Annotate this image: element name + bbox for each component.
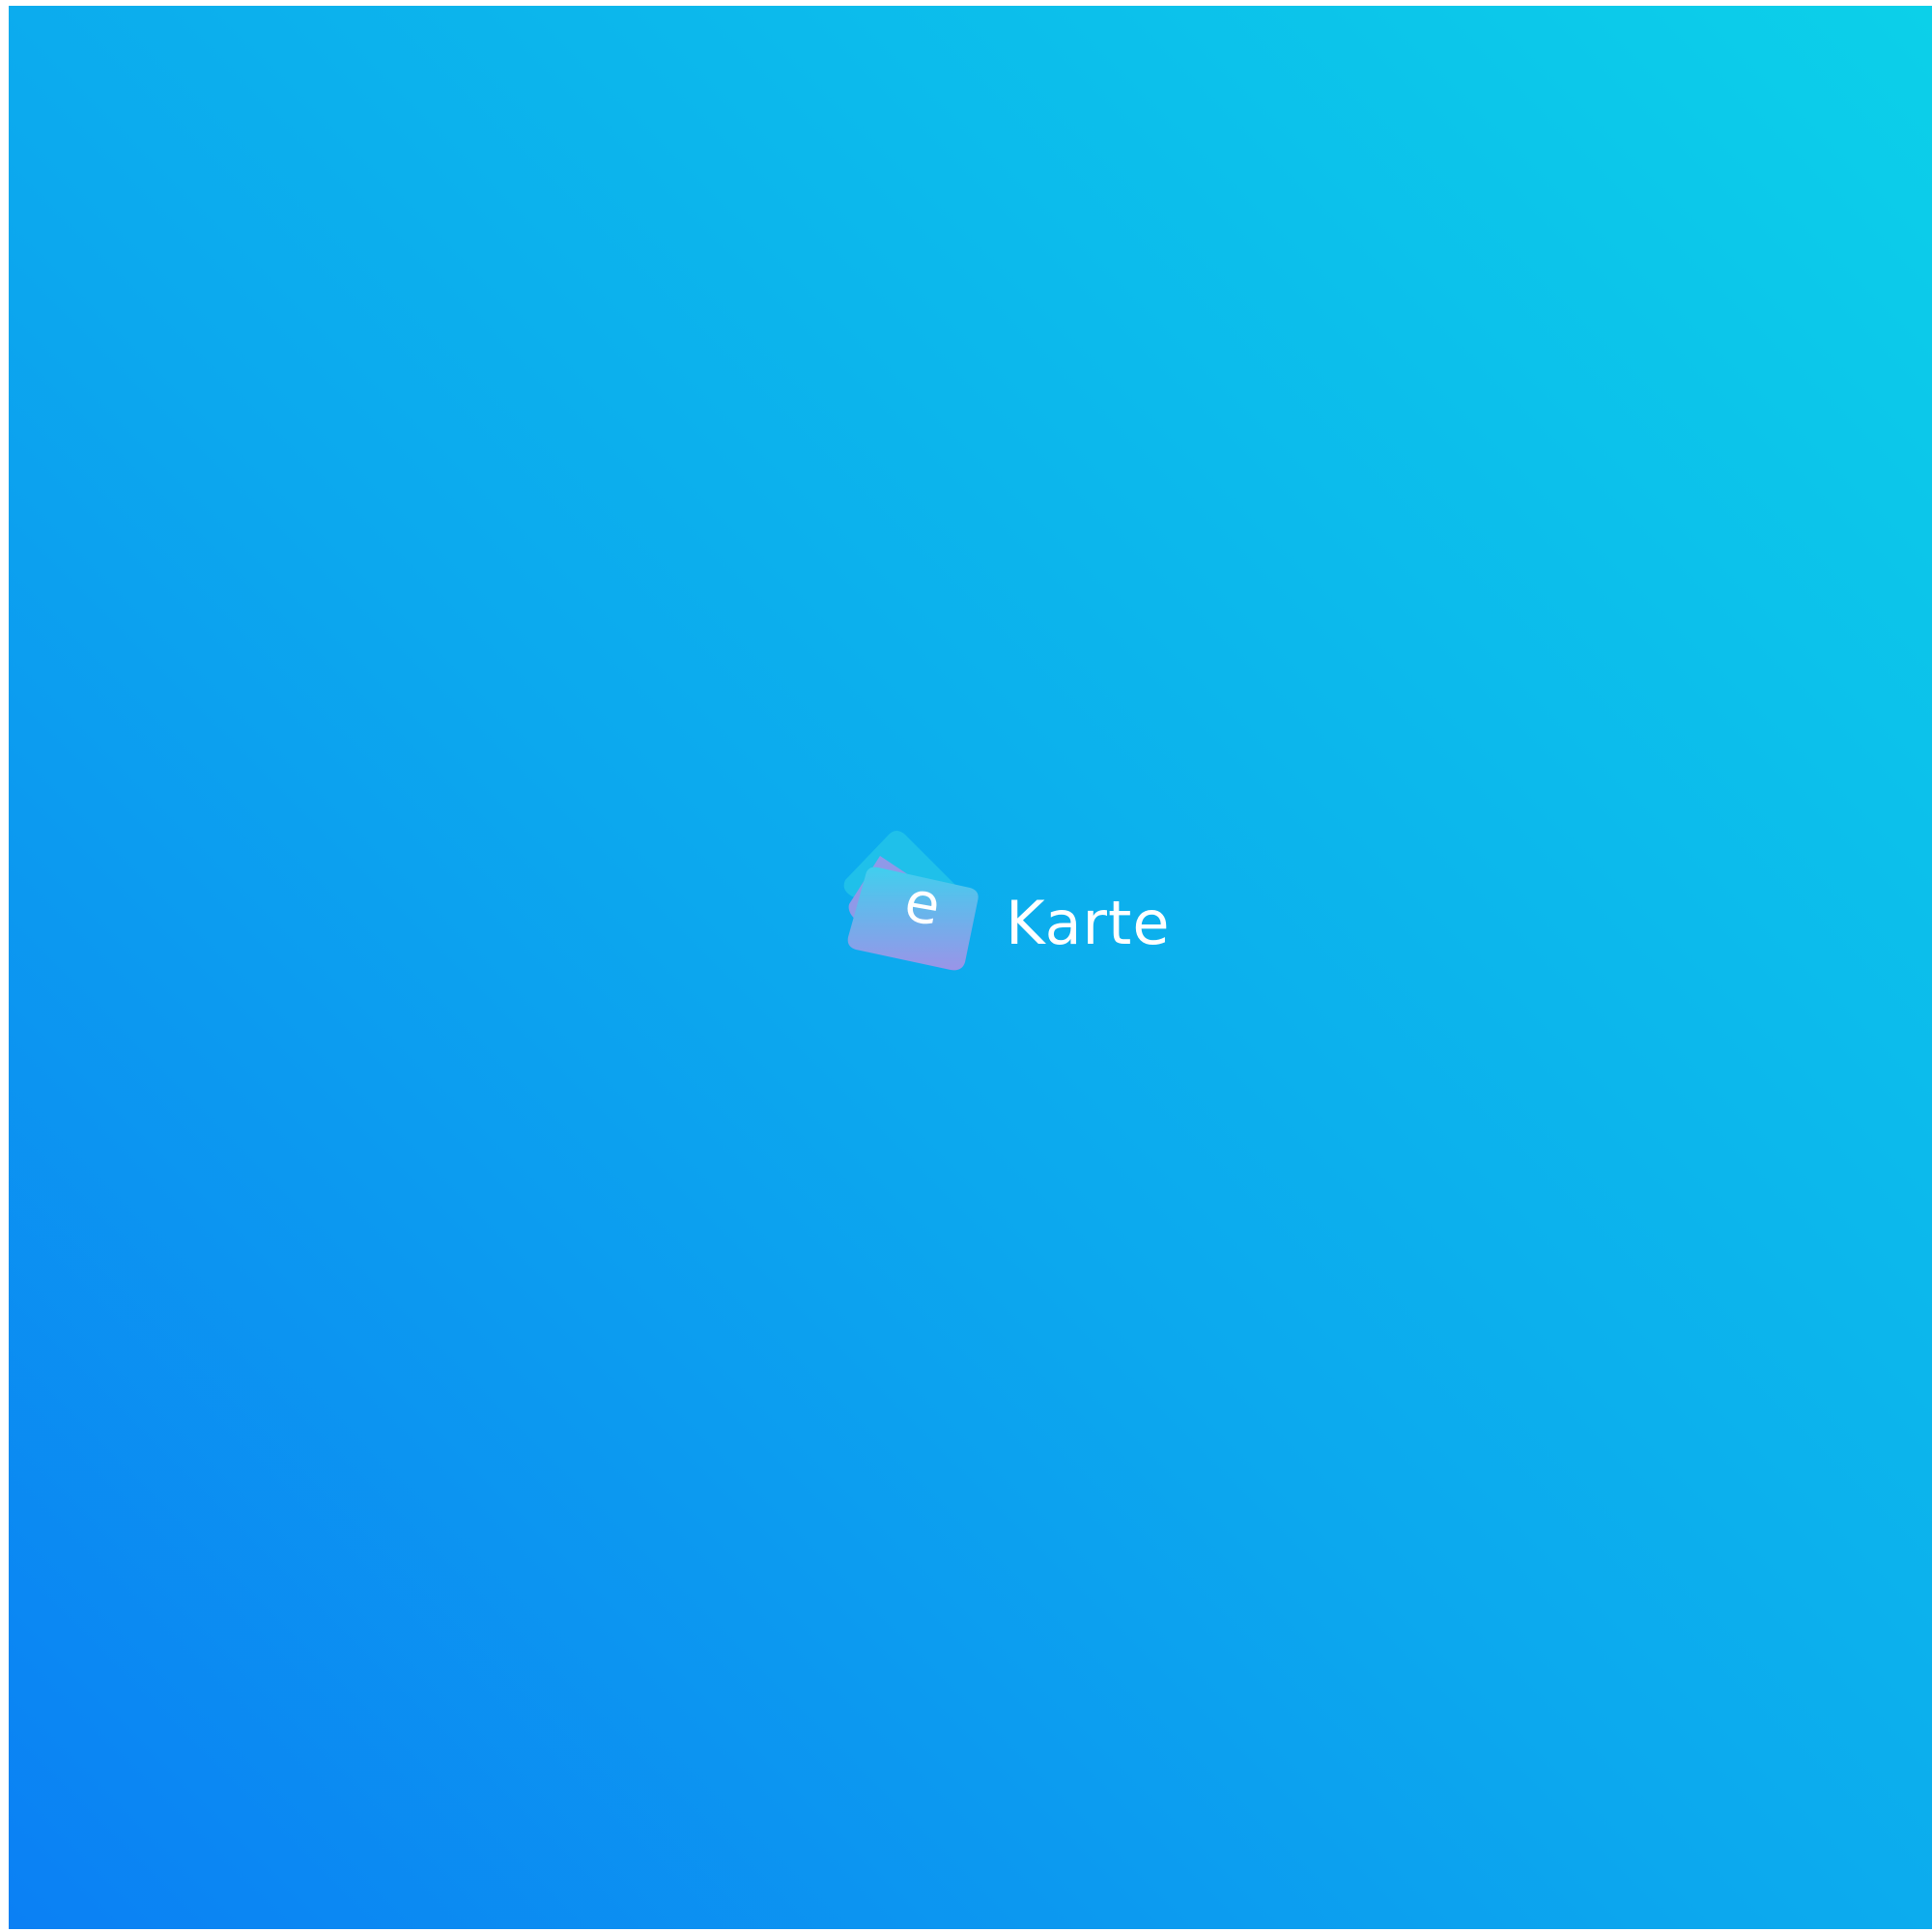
stacked-cards-icon: e [839, 827, 994, 1001]
app-name: Karte [1006, 888, 1171, 958]
logo-letter: e [899, 867, 946, 939]
app-logo: e Karte [839, 827, 1171, 1001]
splash-screen: e Karte [9, 6, 1932, 1929]
